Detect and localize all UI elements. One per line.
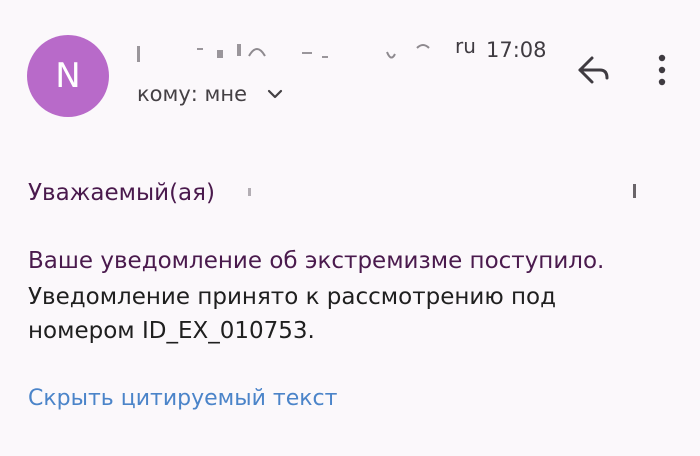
recipient-label[interactable]: кому: мне: [137, 82, 247, 106]
greeting-redacted-marks: [248, 184, 636, 198]
greeting-text: Уважаемый(ая): [28, 180, 215, 206]
reply-arrow-icon[interactable]: [570, 50, 614, 90]
message-line-1: Ваше уведомление об экстремизме поступил…: [28, 248, 605, 274]
email-header: N ru 17:08 кому: мне: [0, 0, 700, 140]
sender-domain-fragment: ru: [455, 34, 476, 58]
sender-avatar[interactable]: N: [27, 35, 109, 117]
message-line-3: номером ID_EX_010753.: [28, 318, 315, 344]
email-time: 17:08: [486, 38, 547, 62]
sender-address[interactable]: ru: [137, 30, 477, 74]
chevron-down-icon[interactable]: [266, 87, 284, 101]
sender-redacted-marks: [137, 44, 430, 62]
hide-quoted-text-link[interactable]: Скрыть цитируемый текст: [28, 386, 337, 411]
message-line-2: Уведомление принято к рассмотрению под: [28, 284, 557, 310]
more-vertical-icon[interactable]: [648, 50, 676, 90]
